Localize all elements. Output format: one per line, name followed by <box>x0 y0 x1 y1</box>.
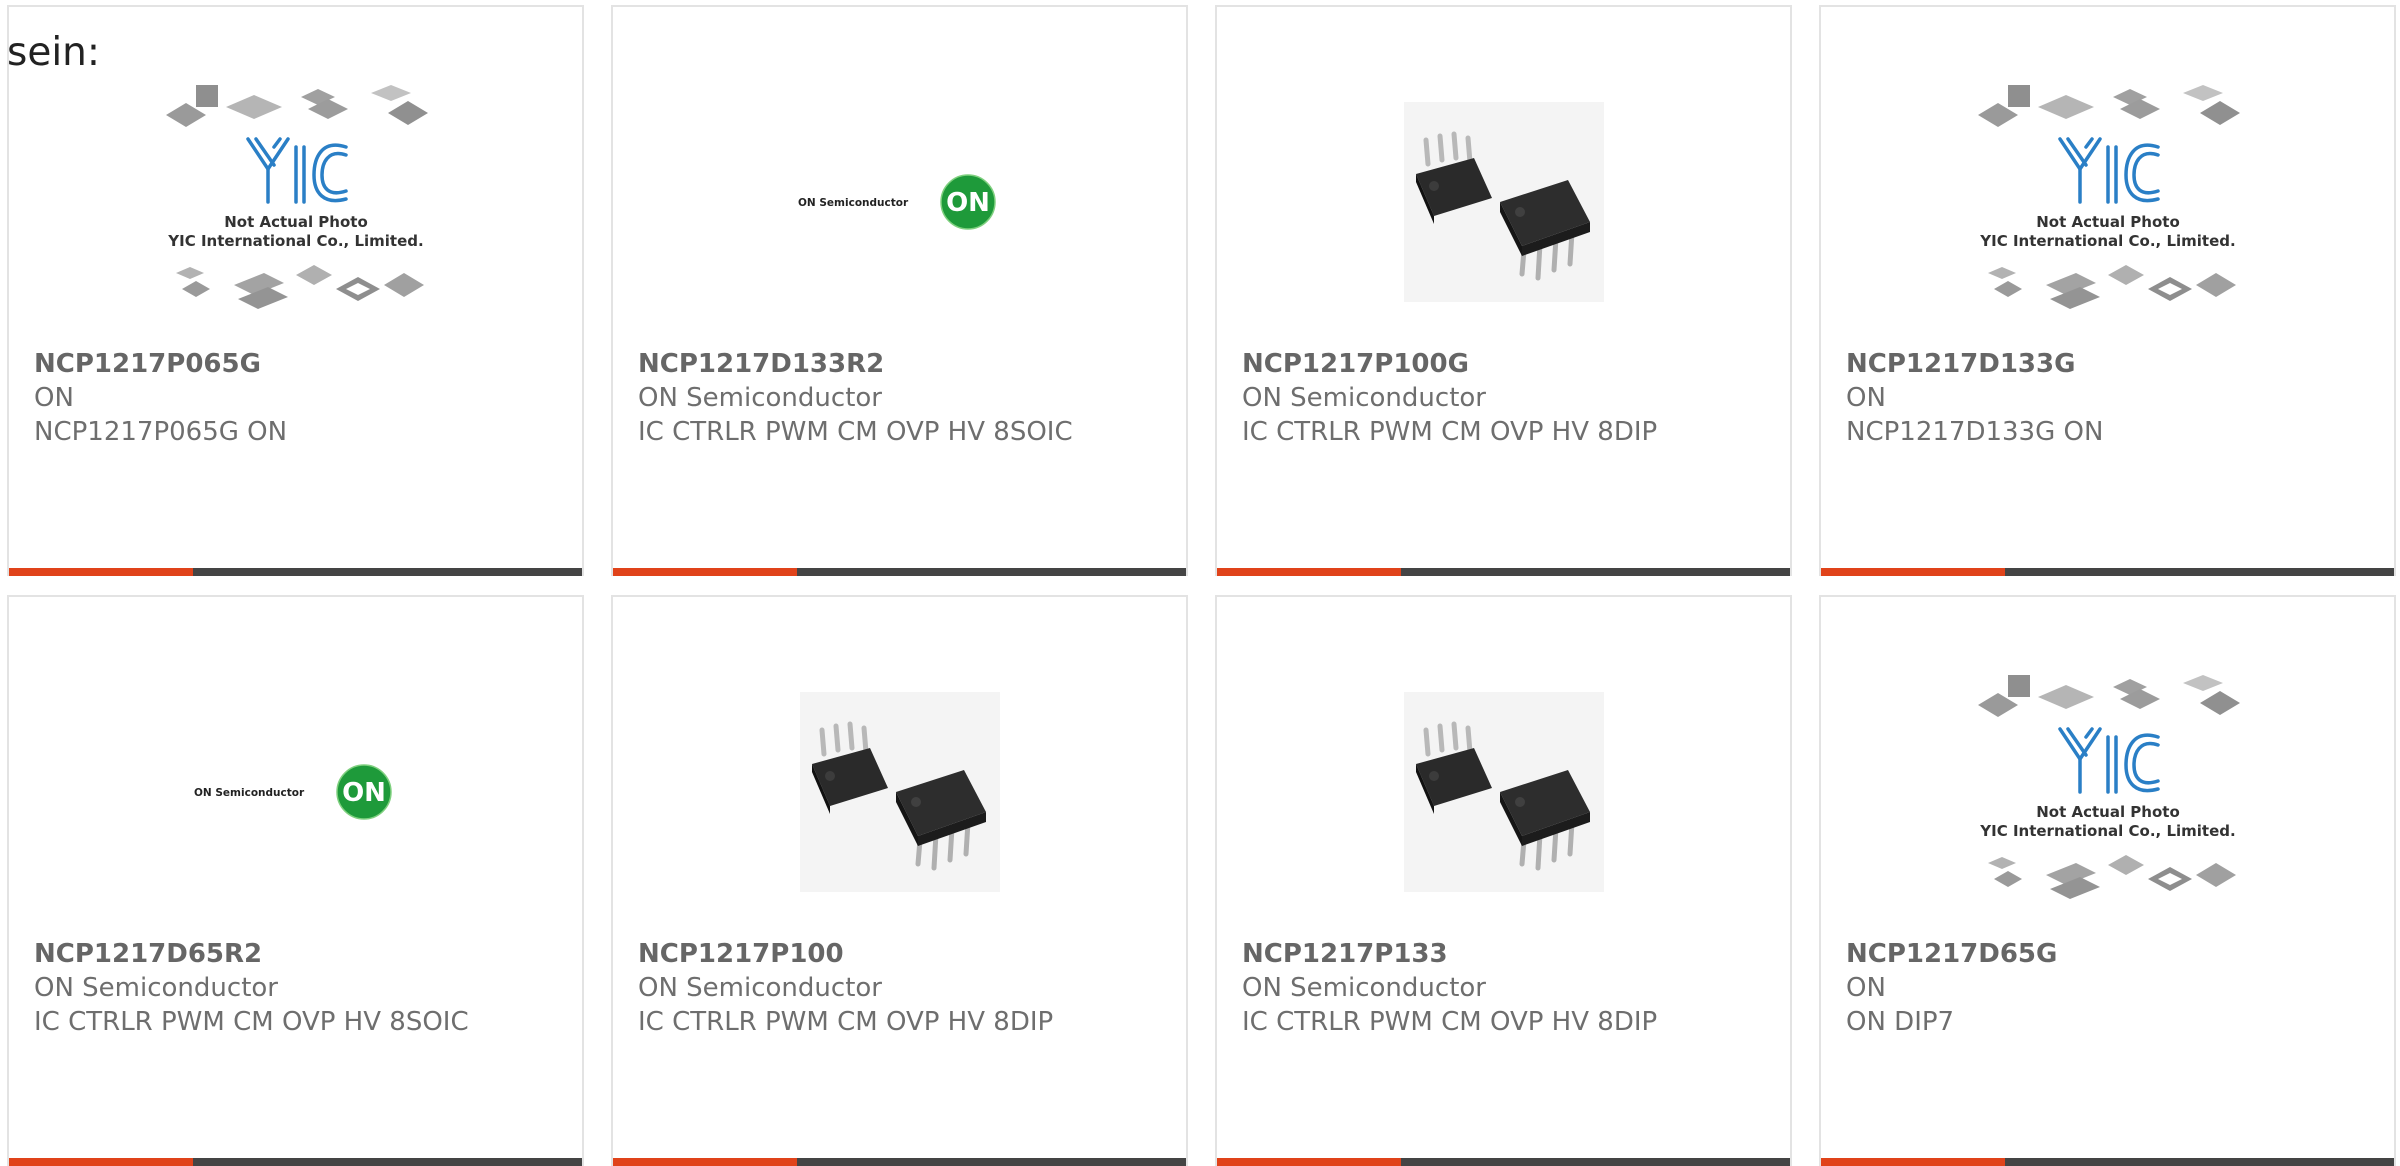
on-logo-text: ON Semiconductor <box>798 197 909 209</box>
product-card[interactable]: ON Semiconductor ON NCP1217D133R2 ON Sem… <box>611 5 1188 576</box>
card-accent-bar <box>1217 1158 1401 1166</box>
product-image[interactable]: ON Semiconductor ON <box>9 667 582 917</box>
part-number-link[interactable]: NCP1217D133R2 <box>638 347 1078 381</box>
manufacturer: ON Semiconductor <box>1242 973 1486 1003</box>
product-image[interactable]: ON Semiconductor ON <box>613 77 1186 327</box>
card-footer-bar <box>1821 1158 2394 1166</box>
product-info: NCP1217D65G ON ON DIP7 <box>1846 937 2286 1039</box>
description: NCP1217P065G ON <box>34 417 288 447</box>
manufacturer: ON <box>34 383 74 413</box>
product-info: NCP1217D133R2 ON Semiconductor IC CTRLR … <box>638 347 1078 449</box>
on-semiconductor-logo: ON Semiconductor ON <box>798 174 996 230</box>
card-accent-bar <box>1821 568 2005 576</box>
yic-caption-1: Not Actual Photo <box>2036 803 2180 821</box>
description: IC CTRLR PWM CM OVP HV 8DIP <box>638 1007 1054 1037</box>
svg-text:ON: ON <box>342 778 386 808</box>
manufacturer: ON <box>1846 383 1886 413</box>
description: ON DIP7 <box>1846 1007 1955 1037</box>
product-card[interactable]: Not Actual Photo YIC International Co., … <box>1819 595 2396 1166</box>
card-footer-bar <box>1217 1158 1790 1166</box>
part-number-link[interactable]: NCP1217P100G <box>1242 347 1682 381</box>
manufacturer: ON Semiconductor <box>638 383 882 413</box>
manufacturer: ON Semiconductor <box>1242 383 1486 413</box>
card-footer-bar <box>613 568 1186 576</box>
card-footer-bar <box>9 568 582 576</box>
yic-placeholder-image: Not Actual Photo YIC International Co., … <box>1977 675 2240 899</box>
product-image[interactable] <box>1217 77 1790 327</box>
product-info: NCP1217P100G ON Semiconductor IC CTRLR P… <box>1242 347 1682 449</box>
card-accent-bar <box>613 568 797 576</box>
product-card[interactable]: Not Actual Photo YIC International Co., … <box>1819 5 2396 576</box>
on-logo-text: ON Semiconductor <box>194 787 305 799</box>
product-image[interactable]: Not Actual Photo YIC International Co., … <box>1821 667 2394 917</box>
description: IC CTRLR PWM CM OVP HV 8SOIC <box>34 1007 469 1037</box>
card-accent-bar <box>613 1158 797 1166</box>
description: IC CTRLR PWM CM OVP HV 8DIP <box>1242 417 1658 447</box>
description: IC CTRLR PWM CM OVP HV 8DIP <box>1242 1007 1658 1037</box>
part-number-link[interactable]: NCP1217P100 <box>638 937 1078 971</box>
yic-caption-2: YIC International Co., Limited. <box>1979 232 2235 250</box>
dip-chip-photo <box>1403 102 1604 302</box>
yic-caption-1: Not Actual Photo <box>224 213 368 231</box>
yic-placeholder-image: Not Actual Photo YIC International Co., … <box>1977 85 2240 309</box>
yic-caption-1: Not Actual Photo <box>2036 213 2180 231</box>
product-image[interactable]: Not Actual Photo YIC International Co., … <box>9 77 582 327</box>
card-footer-bar <box>1821 568 2394 576</box>
card-footer-bar <box>613 1158 1186 1166</box>
part-number-link[interactable]: NCP1217D65R2 <box>34 937 474 971</box>
on-semiconductor-logo: ON Semiconductor ON <box>194 764 392 820</box>
product-image[interactable] <box>613 667 1186 917</box>
part-number-link[interactable]: NCP1217P065G <box>34 347 474 381</box>
part-number-link[interactable]: NCP1217P133 <box>1242 937 1682 971</box>
manufacturer: ON Semiconductor <box>34 973 278 1003</box>
yic-placeholder-image: Not Actual Photo YIC International Co., … <box>165 85 428 309</box>
manufacturer: ON <box>1846 973 1886 1003</box>
part-number-link[interactable]: NCP1217D65G <box>1846 937 2286 971</box>
dip-chip-photo <box>1403 692 1604 892</box>
section-heading: sein: <box>7 30 101 75</box>
product-info: NCP1217P133 ON Semiconductor IC CTRLR PW… <box>1242 937 1682 1039</box>
product-image[interactable] <box>1217 667 1790 917</box>
card-footer-bar <box>9 1158 582 1166</box>
card-accent-bar <box>9 1158 193 1166</box>
product-info: NCP1217D65R2 ON Semiconductor IC CTRLR P… <box>34 937 474 1039</box>
card-accent-bar <box>1821 1158 2005 1166</box>
product-card[interactable]: NCP1217P133 ON Semiconductor IC CTRLR PW… <box>1215 595 1792 1166</box>
dip-chip-photo <box>799 692 1000 892</box>
yic-caption-2: YIC International Co., Limited. <box>1979 822 2235 840</box>
product-info: NCP1217P065G ON NCP1217P065G ON <box>34 347 474 449</box>
product-card[interactable]: Not Actual Photo YIC International Co., … <box>7 5 584 576</box>
product-card[interactable]: NCP1217P100 ON Semiconductor IC CTRLR PW… <box>611 595 1188 1166</box>
product-card[interactable]: ON Semiconductor ON NCP1217D65R2 ON Semi… <box>7 595 584 1166</box>
yic-caption-2: YIC International Co., Limited. <box>167 232 423 250</box>
description: NCP1217D133G ON <box>1846 417 2104 447</box>
product-info: NCP1217D133G ON NCP1217D133G ON <box>1846 347 2286 449</box>
part-number-link[interactable]: NCP1217D133G <box>1846 347 2286 381</box>
product-card[interactable]: NCP1217P100G ON Semiconductor IC CTRLR P… <box>1215 5 1792 576</box>
manufacturer: ON Semiconductor <box>638 973 882 1003</box>
product-info: NCP1217P100 ON Semiconductor IC CTRLR PW… <box>638 937 1078 1039</box>
card-accent-bar <box>1217 568 1401 576</box>
description: IC CTRLR PWM CM OVP HV 8SOIC <box>638 417 1073 447</box>
product-image[interactable]: Not Actual Photo YIC International Co., … <box>1821 77 2394 327</box>
card-accent-bar <box>9 568 193 576</box>
svg-text:ON: ON <box>946 188 990 218</box>
card-footer-bar <box>1217 568 1790 576</box>
